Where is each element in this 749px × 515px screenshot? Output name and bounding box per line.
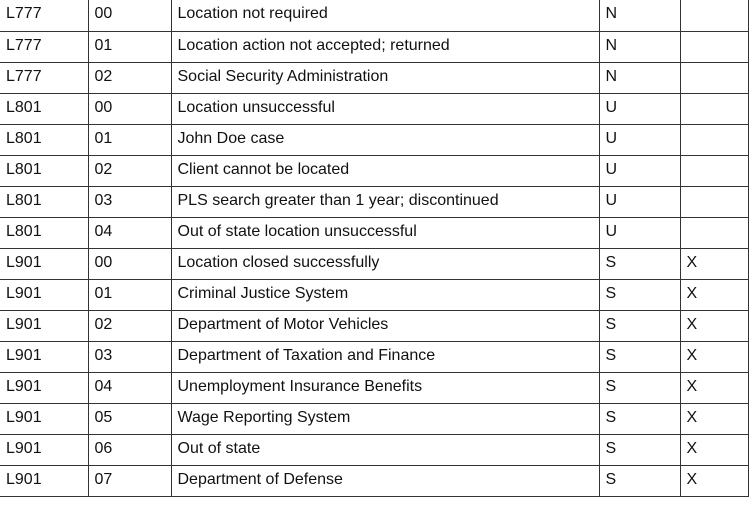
subcode-cell: 06 — [87, 433, 172, 466]
table-row: L777 00 Location not required N — [0, 0, 749, 32]
status-cell: U — [598, 216, 681, 249]
flag-cell: X — [679, 247, 749, 280]
table-row: L901 00 Location closed successfully S X — [0, 247, 749, 280]
status-cell: U — [598, 123, 681, 156]
table-body: L777 00 Location not required N L777 01 Locati… — [0, 0, 749, 497]
flag-cell: X — [679, 433, 749, 466]
status-cell: U — [598, 92, 681, 125]
flag-cell — [679, 216, 749, 249]
code-cell: L901 — [0, 464, 89, 497]
flag-cell: X — [679, 402, 749, 435]
flag-cell — [679, 185, 749, 218]
status-cell: U — [598, 154, 681, 187]
code-cell: L777 — [0, 0, 89, 32]
status-cell: N — [598, 61, 681, 94]
flag-cell: X — [679, 464, 749, 497]
code-cell: L901 — [0, 340, 89, 373]
description-cell: Social Security Administration — [170, 61, 600, 94]
description-cell: Department of Motor Vehicles — [170, 309, 600, 342]
subcode-cell: 01 — [87, 30, 172, 63]
subcode-cell: 04 — [87, 371, 172, 404]
code-cell: L901 — [0, 371, 89, 404]
table-row: L901 05 Wage Reporting System S X — [0, 402, 749, 435]
flag-cell: X — [679, 309, 749, 342]
subcode-cell: 00 — [87, 92, 172, 125]
table-row: L901 02 Department of Motor Vehicles S X — [0, 309, 749, 342]
description-cell: Wage Reporting System — [170, 402, 600, 435]
subcode-cell: 07 — [87, 464, 172, 497]
status-cell: S — [598, 402, 681, 435]
status-cell: N — [598, 30, 681, 63]
status-cell: S — [598, 464, 681, 497]
description-cell: Location not required — [170, 0, 600, 32]
description-cell: Location action not accepted; returned — [170, 30, 600, 63]
flag-cell: X — [679, 371, 749, 404]
status-cell: S — [598, 371, 681, 404]
description-cell: John Doe case — [170, 123, 600, 156]
description-cell: Location unsuccessful — [170, 92, 600, 125]
flag-cell — [679, 0, 749, 32]
table-row: L901 04 Unemployment Insurance Benefits S X — [0, 371, 749, 404]
description-cell: PLS search greater than 1 year; disconti… — [170, 185, 600, 218]
code-cell: L801 — [0, 92, 89, 125]
table-row: L801 02 Client cannot be located U — [0, 154, 749, 187]
description-cell: Out of state — [170, 433, 600, 466]
subcode-cell: 01 — [87, 278, 172, 311]
table-row: L901 07 Department of Defense S X — [0, 464, 749, 497]
subcode-cell: 02 — [87, 309, 172, 342]
description-cell: Criminal Justice System — [170, 278, 600, 311]
code-cell: L901 — [0, 309, 89, 342]
status-cell: S — [598, 278, 681, 311]
code-cell: L801 — [0, 154, 89, 187]
subcode-cell: 00 — [87, 0, 172, 32]
status-cell: U — [598, 185, 681, 218]
table-row: L801 04 Out of state location unsuccessful… — [0, 216, 749, 249]
status-cell: S — [598, 340, 681, 373]
table-row: L901 03 Department of Taxation and Finance… — [0, 340, 749, 373]
status-cell: S — [598, 247, 681, 280]
description-cell: Department of Defense — [170, 464, 600, 497]
flag-cell: X — [679, 340, 749, 373]
status-cell: N — [598, 0, 681, 32]
table-row: L801 00 Location unsuccessful U — [0, 92, 749, 125]
table-row: L777 01 Location action not accepted; retu… — [0, 30, 749, 63]
subcode-cell: 02 — [87, 154, 172, 187]
code-cell: L801 — [0, 216, 89, 249]
code-cell: L801 — [0, 185, 89, 218]
table-row: L777 02 Social Security Administration N — [0, 61, 749, 94]
subcode-cell: 05 — [87, 402, 172, 435]
code-cell: L777 — [0, 30, 89, 63]
subcode-cell: 03 — [87, 340, 172, 373]
flag-cell — [679, 154, 749, 187]
flag-cell: X — [679, 278, 749, 311]
code-cell: L901 — [0, 278, 89, 311]
status-cell: S — [598, 309, 681, 342]
table-row: L901 06 Out of state S X — [0, 433, 749, 466]
subcode-cell: 00 — [87, 247, 172, 280]
code-cell: L901 — [0, 247, 89, 280]
status-cell: S — [598, 433, 681, 466]
code-cell: L801 — [0, 123, 89, 156]
description-cell: Location closed successfully — [170, 247, 600, 280]
description-cell: Unemployment Insurance Benefits — [170, 371, 600, 404]
subcode-cell: 01 — [87, 123, 172, 156]
code-cell: L777 — [0, 61, 89, 94]
flag-cell — [679, 92, 749, 125]
location-codes-table: L777 00 Location not required N L777 01 Locati… — [0, 0, 749, 497]
description-cell: Client cannot be located — [170, 154, 600, 187]
table-row: L901 01 Criminal Justice System S X — [0, 278, 749, 311]
table-row: L801 03 PLS search greater than 1 year; di… — [0, 185, 749, 218]
flag-cell — [679, 30, 749, 63]
code-cell: L901 — [0, 402, 89, 435]
subcode-cell: 04 — [87, 216, 172, 249]
flag-cell — [679, 123, 749, 156]
subcode-cell: 02 — [87, 61, 172, 94]
code-cell: L901 — [0, 433, 89, 466]
description-cell: Out of state location unsuccessful — [170, 216, 600, 249]
table-row: L801 01 John Doe case U — [0, 123, 749, 156]
subcode-cell: 03 — [87, 185, 172, 218]
description-cell: Department of Taxation and Finance — [170, 340, 600, 373]
flag-cell — [679, 61, 749, 94]
